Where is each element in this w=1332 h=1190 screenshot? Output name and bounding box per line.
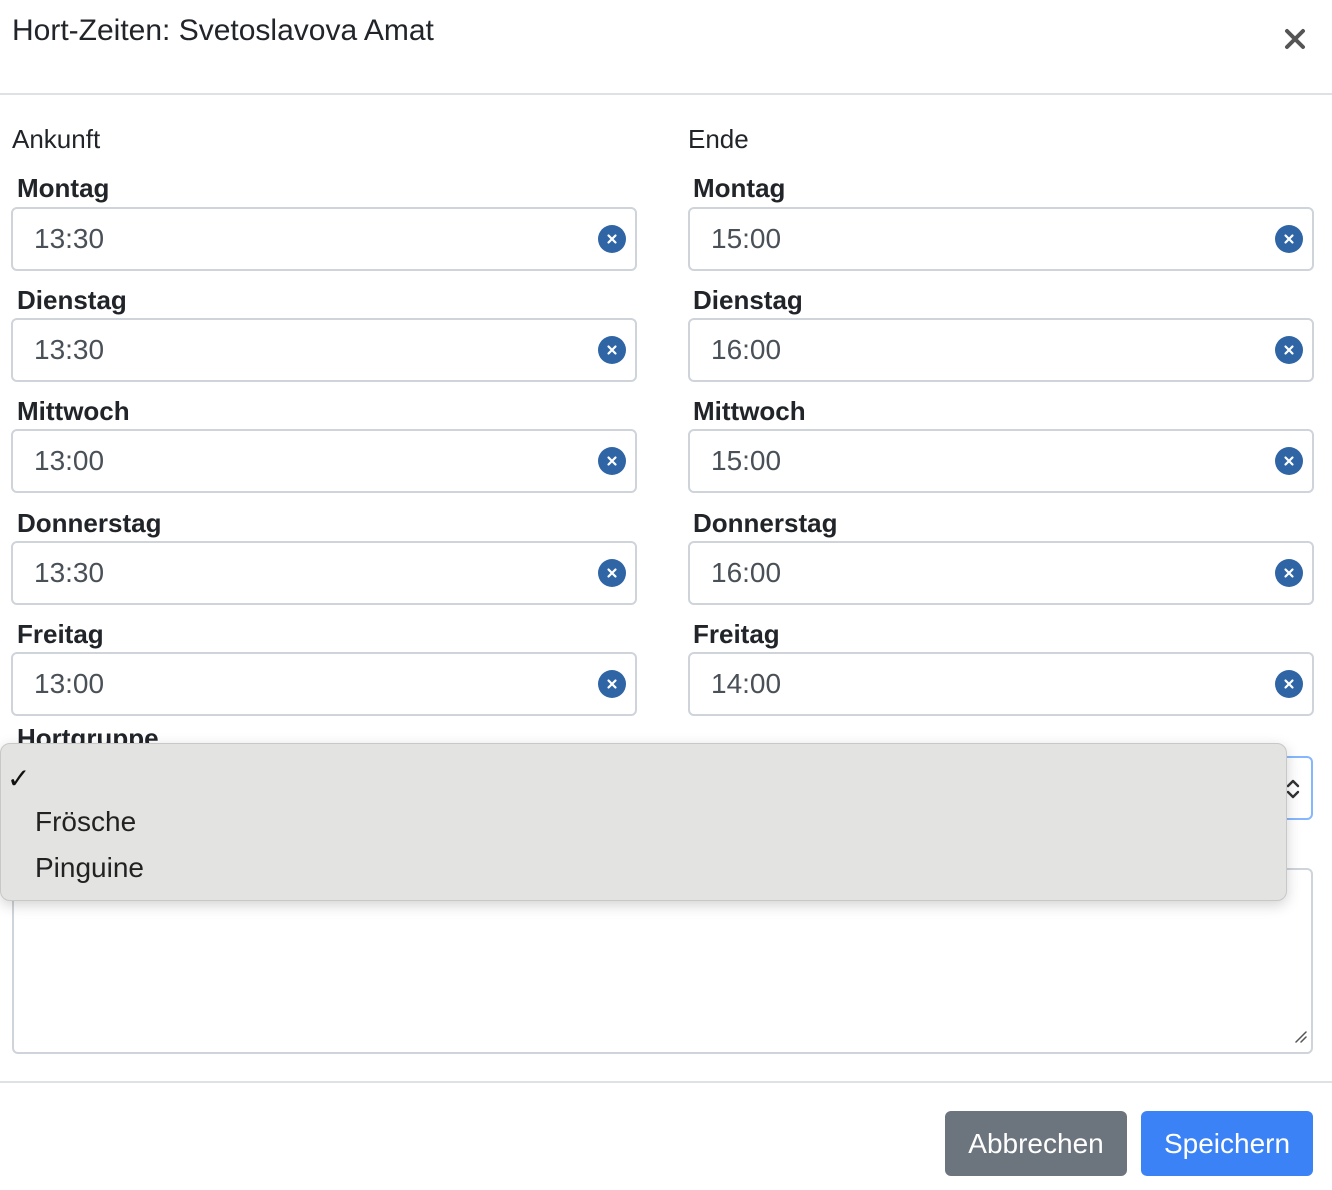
clear-icon[interactable] bbox=[598, 559, 626, 587]
ankunft-mittwoch-label: Mittwoch bbox=[17, 396, 130, 426]
ankunft-freitag-input[interactable]: 13:00 bbox=[11, 652, 637, 716]
ende-donnerstag-input[interactable]: 16:00 bbox=[688, 541, 1314, 605]
clear-icon[interactable] bbox=[1275, 559, 1303, 587]
ende-dienstag-input[interactable]: 16:00 bbox=[688, 318, 1314, 382]
save-button[interactable]: Speichern bbox=[1141, 1111, 1313, 1176]
modal-title: Hort-Zeiten: Svetoslavova Amat bbox=[12, 14, 434, 47]
clear-icon[interactable] bbox=[1275, 670, 1303, 698]
ende-dienstag-label: Dienstag bbox=[693, 285, 803, 315]
resize-grip-icon[interactable] bbox=[1293, 1029, 1307, 1048]
time-value: 13:30 bbox=[34, 557, 105, 588]
hortgruppe-label: Hortgruppe bbox=[17, 723, 159, 743]
ende-mittwoch-label: Mittwoch bbox=[693, 396, 806, 426]
dropdown-option-empty[interactable]: ✓ bbox=[1, 752, 1286, 796]
time-value: 15:00 bbox=[711, 223, 782, 254]
ankunft-donnerstag-label: Donnerstag bbox=[17, 508, 162, 538]
modal-header: Hort-Zeiten: Svetoslavova Amat bbox=[0, 0, 1332, 95]
dropdown-option-pinguine[interactable]: Pinguine bbox=[1, 844, 1286, 888]
time-value: 16:00 bbox=[711, 334, 782, 365]
option-label: Frösche bbox=[35, 806, 137, 837]
chevron-up-down-icon bbox=[1285, 776, 1301, 807]
time-value: 15:00 bbox=[711, 445, 782, 476]
ende-freitag-input[interactable]: 14:00 bbox=[688, 652, 1314, 716]
ende-donnerstag-label: Donnerstag bbox=[693, 508, 838, 538]
ende-mittwoch-input[interactable]: 15:00 bbox=[688, 429, 1314, 493]
clear-icon[interactable] bbox=[598, 336, 626, 364]
cancel-button[interactable]: Abbrechen bbox=[945, 1111, 1127, 1176]
hortgruppe-dropdown-list: ✓ Frösche Pinguine bbox=[0, 743, 1287, 901]
close-icon bbox=[1285, 29, 1305, 49]
clear-icon[interactable] bbox=[1275, 447, 1303, 475]
time-value: 13:30 bbox=[34, 223, 105, 254]
ankunft-mittwoch-input[interactable]: 13:00 bbox=[11, 429, 637, 493]
ankunft-heading: Ankunft bbox=[12, 124, 101, 154]
ankunft-dienstag-label: Dienstag bbox=[17, 285, 127, 315]
hort-zeiten-modal: Hort-Zeiten: Svetoslavova Amat Ankunft E… bbox=[0, 0, 1332, 1190]
option-label: Pinguine bbox=[35, 852, 144, 883]
ankunft-donnerstag-input[interactable]: 13:30 bbox=[11, 541, 637, 605]
time-value: 13:00 bbox=[34, 445, 105, 476]
ende-montag-input[interactable]: 15:00 bbox=[688, 207, 1314, 271]
dropdown-option-froesche[interactable]: Frösche bbox=[1, 798, 1286, 842]
ende-montag-label: Montag bbox=[693, 173, 786, 203]
ankunft-montag-label: Montag bbox=[17, 173, 110, 203]
time-value: 13:00 bbox=[34, 668, 105, 699]
ankunft-dienstag-input[interactable]: 13:30 bbox=[11, 318, 637, 382]
time-value: 14:00 bbox=[711, 668, 782, 699]
clear-icon[interactable] bbox=[1275, 336, 1303, 364]
close-button[interactable] bbox=[1278, 20, 1312, 58]
time-value: 16:00 bbox=[711, 557, 782, 588]
clear-icon[interactable] bbox=[598, 447, 626, 475]
time-value: 13:30 bbox=[34, 334, 105, 365]
ankunft-freitag-label: Freitag bbox=[17, 619, 104, 649]
clear-icon[interactable] bbox=[598, 225, 626, 253]
checkmark-icon: ✓ bbox=[7, 763, 31, 794]
clear-icon[interactable] bbox=[598, 670, 626, 698]
ende-freitag-label: Freitag bbox=[693, 619, 780, 649]
modal-footer: Abbrechen Speichern bbox=[0, 1081, 1332, 1190]
ankunft-montag-input[interactable]: 13:30 bbox=[11, 207, 637, 271]
clear-icon[interactable] bbox=[1275, 225, 1303, 253]
ende-heading: Ende bbox=[688, 124, 749, 154]
